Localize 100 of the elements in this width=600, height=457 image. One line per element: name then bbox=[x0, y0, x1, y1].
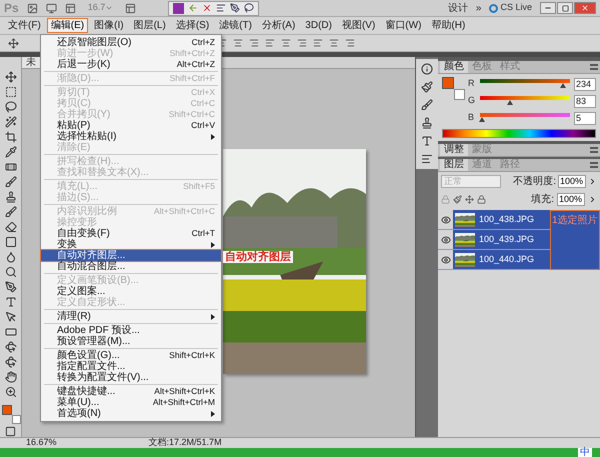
menu-item[interactable]: 3D(D) bbox=[301, 18, 336, 33]
layer-row[interactable]: 100_440.JPG bbox=[453, 250, 550, 269]
brush-settings-icon[interactable] bbox=[421, 81, 433, 93]
visibility-eye-icon[interactable] bbox=[440, 214, 450, 224]
menu-item[interactable]: 视图(V) bbox=[338, 18, 380, 33]
panel-menu-icon[interactable] bbox=[590, 147, 598, 153]
paragraph-icon[interactable] bbox=[421, 153, 433, 165]
menu-item[interactable]: Adobe PDF 预设... bbox=[41, 325, 221, 336]
panel-tab[interactable]: 颜色 bbox=[440, 61, 468, 73]
menu-item[interactable]: 编辑(E) bbox=[46, 18, 88, 33]
visibility-eye-icon[interactable] bbox=[440, 234, 450, 244]
fill-field[interactable]: 100% bbox=[557, 193, 585, 206]
bandage-tool-icon[interactable] bbox=[4, 161, 16, 173]
list-icon[interactable] bbox=[216, 3, 226, 13]
color-spectrum-bar[interactable] bbox=[442, 129, 596, 138]
lock-all-icon[interactable] bbox=[477, 195, 486, 204]
quick-mask-icon[interactable] bbox=[5, 426, 16, 437]
type-tool-icon[interactable] bbox=[4, 296, 16, 308]
opacity-field[interactable]: 100% bbox=[558, 175, 586, 188]
channel-slider[interactable] bbox=[480, 96, 570, 106]
lasso-icon[interactable] bbox=[244, 3, 254, 13]
menu-item[interactable]: 自由变换(F) Ctrl+T bbox=[41, 228, 221, 239]
panel-tab[interactable]: 图层 bbox=[440, 159, 468, 171]
menu-item[interactable]: 分析(A) bbox=[258, 18, 300, 33]
panel-menu-icon[interactable] bbox=[590, 162, 598, 168]
align-icon[interactable] bbox=[297, 38, 307, 48]
menu-item[interactable]: 首选项(N) bbox=[41, 408, 221, 419]
crop-tool-icon[interactable] bbox=[4, 131, 16, 143]
rotate-3d-icon[interactable] bbox=[4, 341, 16, 353]
wand-tool-icon[interactable] bbox=[4, 116, 16, 128]
menu-item[interactable]: 转换为配置文件(V)... bbox=[41, 372, 221, 383]
zoom-level-field[interactable]: 16.67% bbox=[26, 436, 57, 450]
menu-item[interactable]: 还原智能图层(O) Ctrl+Z bbox=[41, 37, 221, 48]
gradient-tool-icon[interactable] bbox=[4, 236, 16, 248]
panel-tab[interactable]: 调整 bbox=[440, 144, 468, 156]
document-tab[interactable]: 未 bbox=[22, 57, 41, 68]
align-icon[interactable] bbox=[313, 38, 323, 48]
orbit-3d-icon[interactable] bbox=[4, 356, 16, 368]
channel-slider[interactable] bbox=[480, 79, 570, 89]
align-icon[interactable] bbox=[329, 38, 339, 48]
move-tool-icon[interactable] bbox=[8, 38, 19, 48]
cs-live-button[interactable]: CS Live bbox=[489, 1, 532, 15]
slider-thumb[interactable] bbox=[560, 83, 566, 88]
menu-item[interactable]: 帮助(H) bbox=[427, 18, 470, 33]
stamp-tool-icon[interactable] bbox=[4, 191, 16, 203]
channel-value-field[interactable]: 5 bbox=[574, 112, 596, 124]
info-icon[interactable] bbox=[421, 63, 433, 75]
pen-tool-icon[interactable] bbox=[4, 281, 16, 293]
lasso-tool-icon[interactable] bbox=[4, 101, 16, 113]
clone-source-icon[interactable] bbox=[421, 117, 433, 129]
align-icon[interactable] bbox=[265, 38, 275, 48]
menu-item[interactable]: 键盘快捷键... Alt+Shift+Ctrl+K bbox=[41, 386, 221, 397]
menu-item[interactable]: 滤镜(T) bbox=[215, 18, 256, 33]
brush-tool-icon[interactable] bbox=[4, 176, 16, 188]
channel-value-field[interactable]: 83 bbox=[574, 94, 596, 108]
ime-indicator[interactable]: 中 bbox=[578, 448, 592, 457]
align-icon[interactable] bbox=[249, 38, 259, 48]
foreground-color-swatch[interactable] bbox=[2, 405, 12, 415]
bridge-icon[interactable] bbox=[26, 2, 38, 14]
dodge-tool-icon[interactable] bbox=[4, 266, 16, 278]
maximize-button[interactable] bbox=[557, 2, 573, 14]
menu-item[interactable]: 自动混合图层... bbox=[41, 261, 221, 272]
align-icon[interactable] bbox=[281, 38, 291, 48]
pointer-tool-icon[interactable] bbox=[4, 311, 16, 323]
align-icon[interactable] bbox=[345, 38, 355, 48]
lock-pixels-icon[interactable] bbox=[453, 195, 462, 204]
channel-slider[interactable] bbox=[480, 113, 570, 123]
arrange-icon[interactable] bbox=[125, 2, 136, 14]
foreground-color-swatch[interactable] bbox=[442, 77, 454, 89]
menu-item[interactable]: 选择性粘贴(I) bbox=[41, 131, 221, 142]
layer-row[interactable]: 100_439.JPG bbox=[453, 230, 550, 249]
more-workspaces-button[interactable]: » bbox=[476, 0, 482, 16]
menu-item[interactable]: 选择(S) bbox=[172, 18, 214, 33]
menu-item[interactable]: 文件(F) bbox=[4, 18, 45, 33]
rectangle-tool-icon[interactable] bbox=[4, 326, 16, 338]
background-color-swatch[interactable] bbox=[12, 415, 20, 424]
menu-item[interactable]: 粘贴(P) Ctrl+V bbox=[41, 120, 221, 131]
layer-row[interactable]: 100_438.JPG bbox=[453, 210, 550, 229]
menu-item[interactable]: 颜色设置(G)... Shift+Ctrl+K bbox=[41, 350, 221, 361]
menu-item[interactable]: 预设管理器(M)... bbox=[41, 336, 221, 347]
workspace-button[interactable]: 设计 bbox=[448, 0, 468, 16]
menu-item[interactable]: 图层(L) bbox=[130, 18, 170, 33]
zoom-tool-icon[interactable] bbox=[4, 386, 16, 398]
pen-icon[interactable] bbox=[230, 3, 240, 13]
visibility-eye-icon[interactable] bbox=[440, 254, 450, 264]
panel-menu-icon[interactable] bbox=[590, 64, 598, 70]
channel-value-field[interactable]: 234 bbox=[574, 78, 596, 90]
character-icon[interactable] bbox=[421, 135, 433, 147]
menu-item[interactable]: 图像(I) bbox=[90, 18, 128, 33]
eraser-tool-icon[interactable] bbox=[4, 221, 16, 233]
droplet-tool-icon[interactable] bbox=[4, 251, 16, 263]
slider-thumb[interactable] bbox=[506, 100, 513, 105]
slider-thumb[interactable] bbox=[478, 117, 485, 122]
menu-item[interactable]: 定义图案... bbox=[41, 286, 221, 297]
move-tool-icon[interactable] bbox=[4, 71, 16, 83]
marquee-tool-icon[interactable] bbox=[4, 86, 16, 98]
align-icon[interactable] bbox=[233, 38, 243, 48]
menu-item[interactable]: 指定配置文件... bbox=[41, 361, 221, 372]
menu-item[interactable]: 窗口(W) bbox=[381, 18, 426, 33]
hand-tool-icon[interactable] bbox=[4, 371, 16, 383]
